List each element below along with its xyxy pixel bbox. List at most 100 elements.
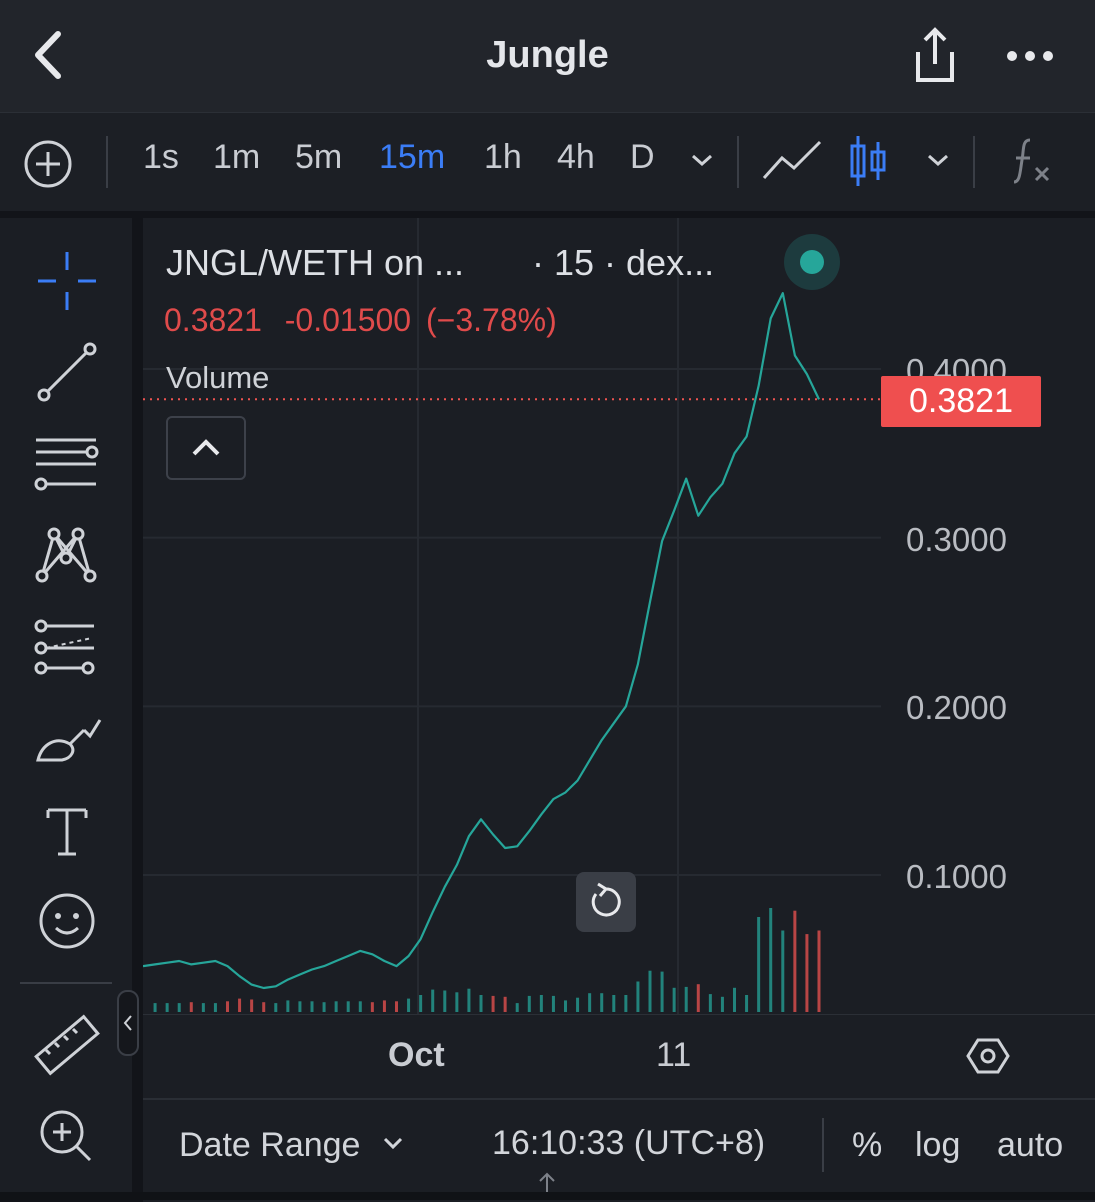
- share-button[interactable]: [904, 24, 964, 90]
- volume-bar: [382, 1000, 386, 1012]
- volume-bar: [624, 995, 628, 1012]
- interval-1s[interactable]: 1s: [143, 138, 179, 177]
- volume-bar: [226, 1001, 229, 1012]
- chevron-down-icon: [928, 154, 948, 167]
- line-chart-icon: [762, 140, 822, 180]
- candle-chart-button[interactable]: [848, 132, 890, 190]
- crosshair-tool[interactable]: [32, 246, 102, 316]
- volume-bar: [298, 1001, 302, 1012]
- volume-bar: [165, 1003, 169, 1012]
- current-time[interactable]: 16:10:33 (UTC+8): [492, 1124, 765, 1163]
- interval-1m[interactable]: 1m: [213, 138, 260, 177]
- volume-bar: [213, 1003, 217, 1012]
- volume-bar: [636, 981, 640, 1012]
- volume-bar: [274, 1003, 278, 1012]
- volume-bar: [527, 995, 531, 1012]
- forecast-icon: [34, 619, 95, 675]
- fx-icon: [1013, 138, 1050, 184]
- add-indicator-button[interactable]: [22, 138, 74, 190]
- price-change: -0.01500: [284, 302, 412, 338]
- rail-divider: [20, 982, 112, 984]
- symbol-title[interactable]: JNGL/WETH on ...: [166, 242, 464, 284]
- interval-d[interactable]: D: [630, 138, 655, 177]
- chart-type-dropdown[interactable]: [924, 146, 952, 174]
- more-button[interactable]: [1000, 32, 1060, 78]
- volume-bar: [201, 1003, 205, 1012]
- interval-4h[interactable]: 4h: [557, 138, 595, 177]
- text-tool[interactable]: [32, 796, 102, 866]
- chevron-down-icon: [383, 1137, 402, 1150]
- price-series-line: [143, 291, 820, 990]
- volume-bar: [612, 995, 616, 1012]
- volume-bar: [419, 995, 423, 1012]
- volume-bar: [310, 1001, 314, 1012]
- volume-bars: [153, 908, 821, 1012]
- zoom-in-tool[interactable]: [32, 1102, 102, 1172]
- last-price: 0.3821: [164, 302, 262, 338]
- volume-bar: [467, 988, 471, 1012]
- volume-bar: [431, 989, 435, 1012]
- share-icon: [916, 27, 954, 82]
- volume-bar: [745, 995, 749, 1012]
- emoji-tool[interactable]: [32, 886, 102, 956]
- volume-bar: [720, 996, 724, 1012]
- volume-bar: [153, 1003, 157, 1012]
- price-change-percent: (−3.78%): [425, 302, 557, 338]
- volume-label: Volume: [166, 360, 270, 395]
- toolbar-divider: [737, 136, 739, 188]
- log-scale-toggle[interactable]: log: [915, 1126, 960, 1165]
- pattern-icon: [35, 527, 97, 583]
- percent-scale-toggle[interactable]: %: [852, 1126, 882, 1165]
- date-range-label: Date Range: [179, 1126, 361, 1164]
- rotate-icon: [591, 882, 621, 917]
- forecast-tool[interactable]: [32, 614, 102, 684]
- volume-bar: [322, 1002, 326, 1012]
- time-axis[interactable]: [143, 1014, 1095, 1099]
- trendline-icon: [37, 342, 97, 402]
- ruler-tool[interactable]: [32, 1010, 102, 1080]
- last-price-tag: 0.3821: [881, 376, 1041, 427]
- quote-line: 0.3821 -0.01500 (−3.78%): [164, 302, 557, 339]
- text-icon: [46, 808, 88, 856]
- volume-bar: [684, 986, 688, 1012]
- reset-chart-button[interactable]: [576, 872, 636, 932]
- volume-bar: [733, 987, 736, 1012]
- more-horizontal-icon: [1007, 51, 1053, 61]
- bottom-divider: [822, 1118, 824, 1172]
- line-chart-button[interactable]: [760, 134, 824, 188]
- volume-bar: [407, 998, 411, 1012]
- volume-bar: [346, 1001, 350, 1012]
- brush-tool[interactable]: [32, 710, 102, 780]
- interval-1h[interactable]: 1h: [484, 138, 522, 177]
- legend-collapse-button[interactable]: [166, 416, 246, 480]
- volume-bar: [551, 995, 555, 1012]
- horizontal-lines-tool[interactable]: [32, 428, 102, 498]
- volume-bar: [600, 993, 604, 1012]
- rail-collapse-handle[interactable]: [117, 990, 139, 1056]
- volume-bar: [757, 917, 761, 1012]
- y-tick-label: 0.2000: [906, 689, 1007, 726]
- chevron-up-icon: [192, 439, 220, 456]
- trendline-tool[interactable]: [32, 338, 102, 408]
- settings-icon: [966, 1038, 1010, 1074]
- chevron-down-icon: [692, 154, 712, 167]
- volume-bar: [479, 995, 483, 1012]
- interval-5m[interactable]: 5m: [295, 138, 342, 177]
- brush-icon: [36, 719, 102, 762]
- date-range-button[interactable]: Date Range: [179, 1126, 406, 1165]
- ruler-icon: [34, 1014, 100, 1076]
- interval-dropdown[interactable]: [688, 146, 716, 174]
- auto-scale-toggle[interactable]: auto: [997, 1126, 1063, 1165]
- indicators-button[interactable]: [1008, 134, 1058, 188]
- toolbar-divider: [106, 136, 108, 188]
- zoom-in-icon: [40, 1110, 92, 1162]
- x-tick-label: Oct: [388, 1036, 445, 1074]
- pattern-tool[interactable]: [32, 522, 102, 592]
- interval-15m[interactable]: 15m: [379, 138, 445, 177]
- volume-bar: [660, 971, 664, 1012]
- chart-settings-button[interactable]: [966, 1034, 1010, 1078]
- x-tick-label: 11: [656, 1036, 692, 1074]
- volume-bar: [370, 1002, 374, 1012]
- volume-bar: [455, 992, 459, 1012]
- volume-bar: [515, 1003, 519, 1012]
